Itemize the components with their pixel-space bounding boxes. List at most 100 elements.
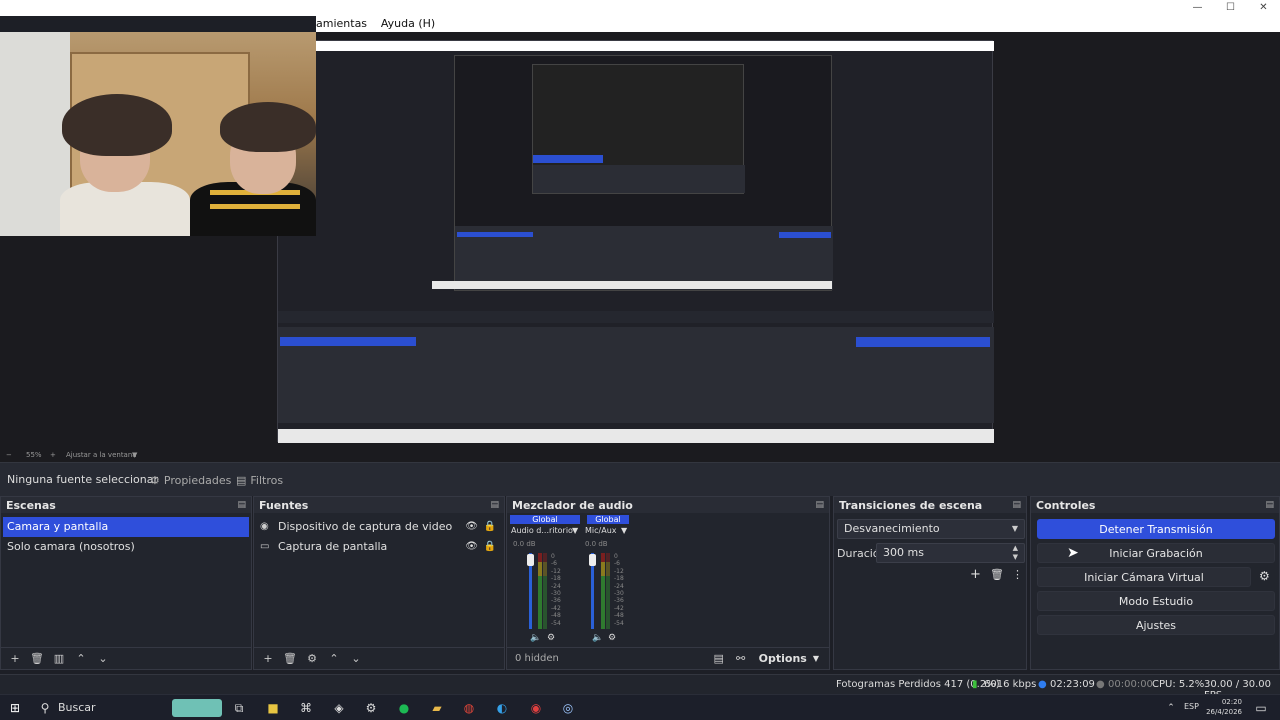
game-icon[interactable]: ⌘	[297, 699, 315, 717]
task-view-icon[interactable]: ⧉	[230, 699, 248, 717]
stop-streaming-button[interactable]: Detener Transmisión	[1037, 519, 1275, 539]
chevron-down-icon[interactable]: ▼	[572, 526, 578, 535]
fit-window-label[interactable]: Ajustar a la ventana	[66, 451, 137, 459]
menu-tools[interactable]: amientas	[316, 17, 367, 30]
maximize-button[interactable]: ☐	[1214, 0, 1247, 16]
spin-arrows-icon[interactable]: ▲ ▼	[1013, 544, 1018, 562]
studio-mode-button[interactable]: Modo Estudio	[1037, 591, 1275, 611]
trash-icon[interactable]: 🗑	[990, 568, 1004, 581]
dock-menu-icon[interactable]: ▤	[1265, 500, 1274, 510]
record-icon: ●	[1096, 679, 1105, 690]
tray-chevron-icon[interactable]: ⌃	[1162, 699, 1180, 717]
steam-icon[interactable]: ◎	[559, 699, 577, 717]
epic-games-icon[interactable]: ◈	[330, 699, 348, 717]
gear-icon[interactable]: ⚙	[547, 633, 555, 643]
speaker-icon[interactable]: 🔈	[592, 633, 603, 643]
folder-icon[interactable]: ▰	[428, 699, 446, 717]
trash-icon[interactable]: 🗑	[280, 650, 300, 668]
trash-icon[interactable]: 🗑	[27, 650, 47, 668]
minimize-button[interactable]: —	[1181, 0, 1214, 16]
start-icon[interactable]: ⊞	[6, 699, 24, 717]
volume-slider-knob[interactable]	[589, 554, 596, 566]
add-icon[interactable]: +	[258, 650, 278, 668]
dock-menu-icon[interactable]: ▤	[237, 500, 246, 510]
source-item[interactable]: ▭ Captura de pantalla 👁 🔒	[254, 537, 504, 557]
start-virtual-camera-button[interactable]: Iniciar Cámara Virtual	[1037, 567, 1251, 587]
speaker-icon[interactable]: 🔈	[530, 633, 541, 643]
menu-bar: amientas Ayuda (H)	[316, 16, 1280, 32]
layout-icon[interactable]: ▤	[709, 650, 729, 668]
nested-taskbar	[432, 281, 832, 289]
widget-icon[interactable]	[172, 699, 222, 717]
chevron-down-icon[interactable]: ▼	[813, 654, 819, 663]
edge-icon[interactable]: ◐	[493, 699, 511, 717]
level-meter	[543, 553, 547, 629]
chevron-down-icon[interactable]: ▼	[132, 451, 137, 459]
dock-menu-icon[interactable]: ▤	[1012, 500, 1021, 510]
chevron-down-icon[interactable]: ⌄	[93, 650, 113, 668]
settings-button[interactable]: Ajustes	[1037, 615, 1275, 635]
filters-button[interactable]: ▤ Filtros	[236, 471, 283, 489]
bitrate: 6016 kbps	[984, 679, 1037, 690]
more-icon[interactable]: ⋮	[1012, 568, 1023, 581]
chevron-down-icon[interactable]: ⌄	[346, 650, 366, 668]
scene-item[interactable]: Solo camara (nosotros)	[1, 537, 251, 557]
transition-select[interactable]: Desvanecimiento ▼	[837, 519, 1025, 539]
add-icon[interactable]: +	[5, 650, 25, 668]
filter-icon[interactable]: ▥	[49, 650, 69, 668]
source-label: Dispositivo de captura de video	[278, 520, 453, 533]
eye-icon[interactable]: 👁	[465, 517, 478, 537]
taskbar-search[interactable]: Buscar	[58, 701, 96, 714]
scenes-toolbar: + 🗑 ▥ ⌃ ⌄	[1, 647, 251, 669]
stream-time: 02:23:09	[1050, 679, 1095, 690]
chevron-down-icon[interactable]: ▼	[621, 526, 627, 535]
menu-help[interactable]: Ayuda (H)	[381, 17, 435, 30]
app-icon[interactable]: ■	[264, 699, 282, 717]
link-icon[interactable]: ⚯	[731, 650, 751, 668]
lock-icon[interactable]: 🔒	[484, 517, 496, 537]
language-indicator[interactable]: ESP	[1184, 702, 1199, 711]
gear-icon[interactable]: ⚙	[1259, 569, 1270, 583]
controls-title: Controles	[1036, 498, 1096, 512]
mixer-toolbar: 0 hidden ▤ ⚯ Options ▼	[507, 647, 829, 669]
search-icon[interactable]: ⚲	[36, 699, 54, 717]
options-button[interactable]: Options	[759, 652, 807, 665]
scene-item[interactable]: Camara y pantalla	[3, 517, 249, 537]
no-source-selected: Ninguna fuente seleccionar	[7, 473, 159, 486]
notification-icon[interactable]: ▭	[1252, 699, 1270, 717]
filters-label: Filtros	[250, 473, 284, 487]
channel-name: Audio d...ritorio	[511, 526, 573, 535]
close-button[interactable]: ✕	[1247, 0, 1280, 16]
volume-slider-knob[interactable]	[527, 554, 534, 566]
lock-icon[interactable]: 🔒	[484, 537, 496, 557]
signal-icon: ▮	[972, 679, 978, 690]
mouse-cursor: ➤	[1067, 545, 1079, 561]
nested-scene-sel	[280, 337, 416, 346]
preview-area[interactable]	[0, 32, 1280, 448]
chevron-up-icon[interactable]: ⌃	[71, 650, 91, 668]
eye-icon[interactable]: 👁	[465, 537, 478, 557]
properties-button[interactable]: ⚙ Propiedades	[150, 471, 231, 489]
zoom-minus-icon[interactable]: −	[6, 451, 12, 459]
duration-spinbox[interactable]: 300 ms ▲ ▼	[876, 543, 1025, 563]
nested-taskbar-2	[278, 429, 994, 443]
clock-time: 02:20	[1221, 698, 1242, 706]
clock[interactable]: 02:20 26/4/2026	[1206, 697, 1242, 717]
nested-stream-btn	[856, 337, 990, 347]
monitor-icon: ▭	[260, 541, 270, 552]
window-controls: — ☐ ✕	[1181, 0, 1280, 16]
add-icon[interactable]: +	[970, 567, 981, 582]
gear-icon[interactable]: ⚙	[302, 650, 322, 668]
dock-menu-icon[interactable]: ▤	[490, 500, 499, 510]
chrome-icon[interactable]: ◍	[460, 699, 478, 717]
dock-menu-icon[interactable]: ▤	[815, 500, 824, 510]
nested-scene-highlight	[457, 232, 533, 237]
chevron-up-icon[interactable]: ⌃	[324, 650, 344, 668]
source-item[interactable]: ◉ Dispositivo de captura de video 👁 🔒	[254, 517, 504, 537]
gear-icon[interactable]: ⚙	[608, 633, 616, 643]
settings-icon[interactable]: ⚙	[362, 699, 380, 717]
record-time: 00:00:00	[1108, 679, 1153, 690]
spotify-icon[interactable]: ●	[395, 699, 413, 717]
obs-icon[interactable]: ◉	[527, 699, 545, 717]
zoom-plus-icon[interactable]: +	[50, 451, 56, 459]
